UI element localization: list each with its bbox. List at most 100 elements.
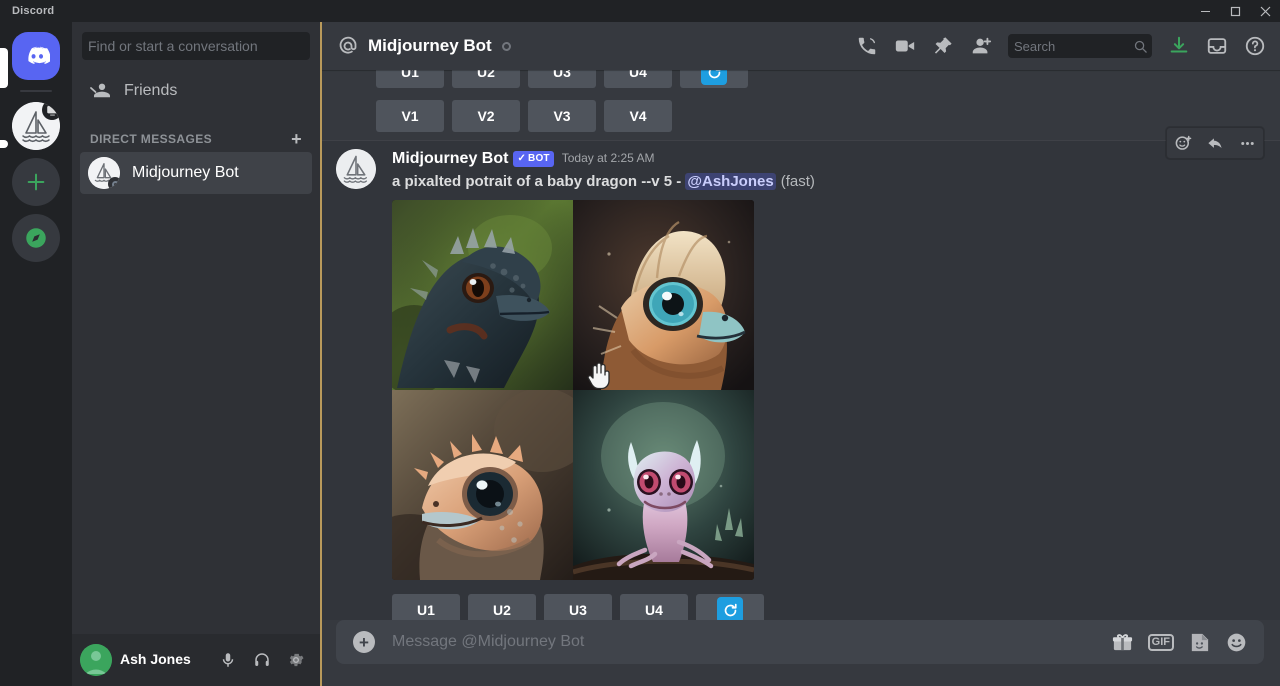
user-controls (212, 644, 312, 676)
screen-icon (42, 102, 60, 120)
search-icon (1134, 40, 1147, 53)
add-friend-icon[interactable] (964, 29, 998, 63)
variation-button-v4[interactable]: V4 (604, 100, 672, 132)
sidebar-item-home[interactable] (12, 32, 60, 80)
more-icon[interactable] (1231, 128, 1263, 158)
mention-ashjones[interactable]: @AshJones (685, 173, 776, 191)
upscale-button-u2[interactable]: U2 (452, 70, 520, 88)
search-input[interactable]: Search (1008, 34, 1152, 58)
message-content: a pixalted potrait of a baby dragon --v … (392, 171, 1232, 192)
upscale-button-u3[interactable]: U3 (544, 594, 612, 620)
microphone-icon[interactable] (212, 644, 244, 676)
dm-sidebar: Find or start a conversation Friends DIR… (72, 22, 320, 686)
maximize-button[interactable] (1220, 0, 1250, 22)
variation-button-v3[interactable]: V3 (528, 100, 596, 132)
composer-box[interactable]: + Message @Midjourney Bot GIF (336, 620, 1264, 664)
conversation-search[interactable]: Find or start a conversation (72, 22, 320, 70)
message-header: Midjourney Bot ✓ BOT Today at 2:25 AM (392, 149, 1232, 168)
variation-button-v1[interactable]: V1 (376, 100, 444, 132)
generated-image-2[interactable] (573, 200, 754, 391)
unread-indicator (0, 140, 8, 148)
upscale-button-u3[interactable]: U3 (528, 70, 596, 88)
previous-message-buttons: U1 U2 U3 U4 V1 V2 V3 V4 (320, 70, 1280, 132)
sidebar-item-midjourney[interactable] (12, 102, 60, 150)
message-list[interactable]: U1 U2 U3 U4 V1 V2 V3 V4 Midjourney Bot ✓… (320, 70, 1280, 620)
minimize-button[interactable] (1190, 0, 1220, 22)
gif-label: GIF (1147, 633, 1174, 651)
page-title: Midjourney Bot (368, 36, 492, 55)
reroll-button[interactable] (696, 594, 764, 620)
new-dm-button[interactable]: + (289, 130, 304, 148)
generated-image-grid[interactable] (392, 200, 754, 581)
gif-icon[interactable]: GIF (1147, 633, 1174, 651)
server-rail (0, 22, 72, 686)
close-button[interactable] (1250, 0, 1280, 22)
reply-icon[interactable] (1199, 128, 1231, 158)
search-input[interactable]: Find or start a conversation (82, 32, 310, 60)
call-icon[interactable] (850, 29, 884, 63)
app-title: Discord (12, 5, 55, 17)
prompt-text: a pixalted potrait of a baby dragon --v … (392, 173, 686, 191)
sticker-icon[interactable] (1188, 631, 1211, 654)
avatar (88, 157, 120, 189)
search-placeholder: Search (1014, 38, 1056, 54)
generated-image-3[interactable] (392, 390, 573, 581)
variation-button-v2[interactable]: V2 (452, 100, 520, 132)
upscale-button-u4[interactable]: U4 (604, 70, 672, 88)
upscale-button-row-previous: U1 U2 U3 U4 (320, 70, 1280, 88)
message-group: Midjourney Bot ✓ BOT Today at 2:25 AM a … (320, 127, 1280, 620)
active-server-indicator (0, 48, 8, 88)
generated-image-4[interactable] (573, 390, 754, 581)
discord-logo-icon (28, 46, 50, 65)
generated-image-1[interactable] (392, 200, 573, 391)
dm-list: Friends DIRECT MESSAGES + Midjourney Bot (72, 70, 320, 634)
message: Midjourney Bot ✓ BOT Today at 2:25 AM a … (320, 149, 1232, 620)
user-name: Ash Jones (120, 651, 191, 668)
reroll-icon (717, 597, 743, 620)
message-timestamp: Today at 2:25 AM (561, 151, 655, 166)
avatar[interactable] (336, 149, 376, 189)
help-icon[interactable] (1238, 29, 1272, 63)
reroll-icon (701, 70, 727, 85)
message-hover-toolbar (1166, 127, 1264, 159)
emoji-icon[interactable] (1225, 631, 1248, 654)
headphones-icon[interactable] (246, 644, 278, 676)
gear-icon[interactable] (280, 644, 312, 676)
variation-button-row-previous: V1 V2 V3 V4 (320, 96, 1280, 132)
window-controls (1190, 0, 1280, 22)
title-bar: Discord (0, 0, 1280, 22)
upscale-button-u1[interactable]: U1 (392, 594, 460, 620)
user-panel: Ash Jones (72, 634, 320, 686)
at-icon (339, 36, 357, 54)
message-body: Midjourney Bot ✓ BOT Today at 2:25 AM a … (392, 149, 1232, 620)
upscale-button-u4[interactable]: U4 (620, 594, 688, 620)
sidebar-item-label: Friends (124, 82, 178, 99)
upscale-button-u1[interactable]: U1 (376, 70, 444, 88)
sidebar-item-midjourney-bot[interactable]: Midjourney Bot (80, 152, 312, 194)
explore-servers-button[interactable] (12, 214, 60, 262)
sailboat-avatar-icon (336, 149, 376, 189)
plus-icon: + (353, 631, 375, 653)
channel-toolbar: Search (850, 29, 1272, 63)
composer-icons: GIF (1111, 631, 1248, 654)
compass-icon (26, 228, 46, 248)
message-author[interactable]: Midjourney Bot (392, 149, 508, 168)
friends-icon (90, 83, 110, 98)
inbox-download-icon[interactable] (1162, 29, 1196, 63)
reroll-button-previous[interactable] (680, 70, 748, 88)
avatar[interactable] (80, 644, 112, 676)
inbox-icon[interactable] (1200, 29, 1234, 63)
upscale-button-u2[interactable]: U2 (468, 594, 536, 620)
channel-header: Midjourney Bot Search (320, 22, 1280, 70)
pin-icon[interactable] (926, 29, 960, 63)
add-server-button[interactable] (12, 158, 60, 206)
attach-button[interactable]: + (336, 620, 392, 664)
main-panel: Midjourney Bot Search U1 U2 U3 U4 V1 V2 … (320, 22, 1280, 686)
bot-badge: ✓ BOT (513, 150, 554, 167)
message-input[interactable]: Message @Midjourney Bot (392, 633, 1111, 651)
video-call-icon[interactable] (888, 29, 922, 63)
sidebar-item-friends[interactable]: Friends (80, 70, 312, 112)
add-reaction-icon[interactable] (1167, 128, 1199, 158)
gift-icon[interactable] (1111, 631, 1134, 654)
discord-window: Discord Find or start a conversation Fri… (0, 0, 1280, 686)
